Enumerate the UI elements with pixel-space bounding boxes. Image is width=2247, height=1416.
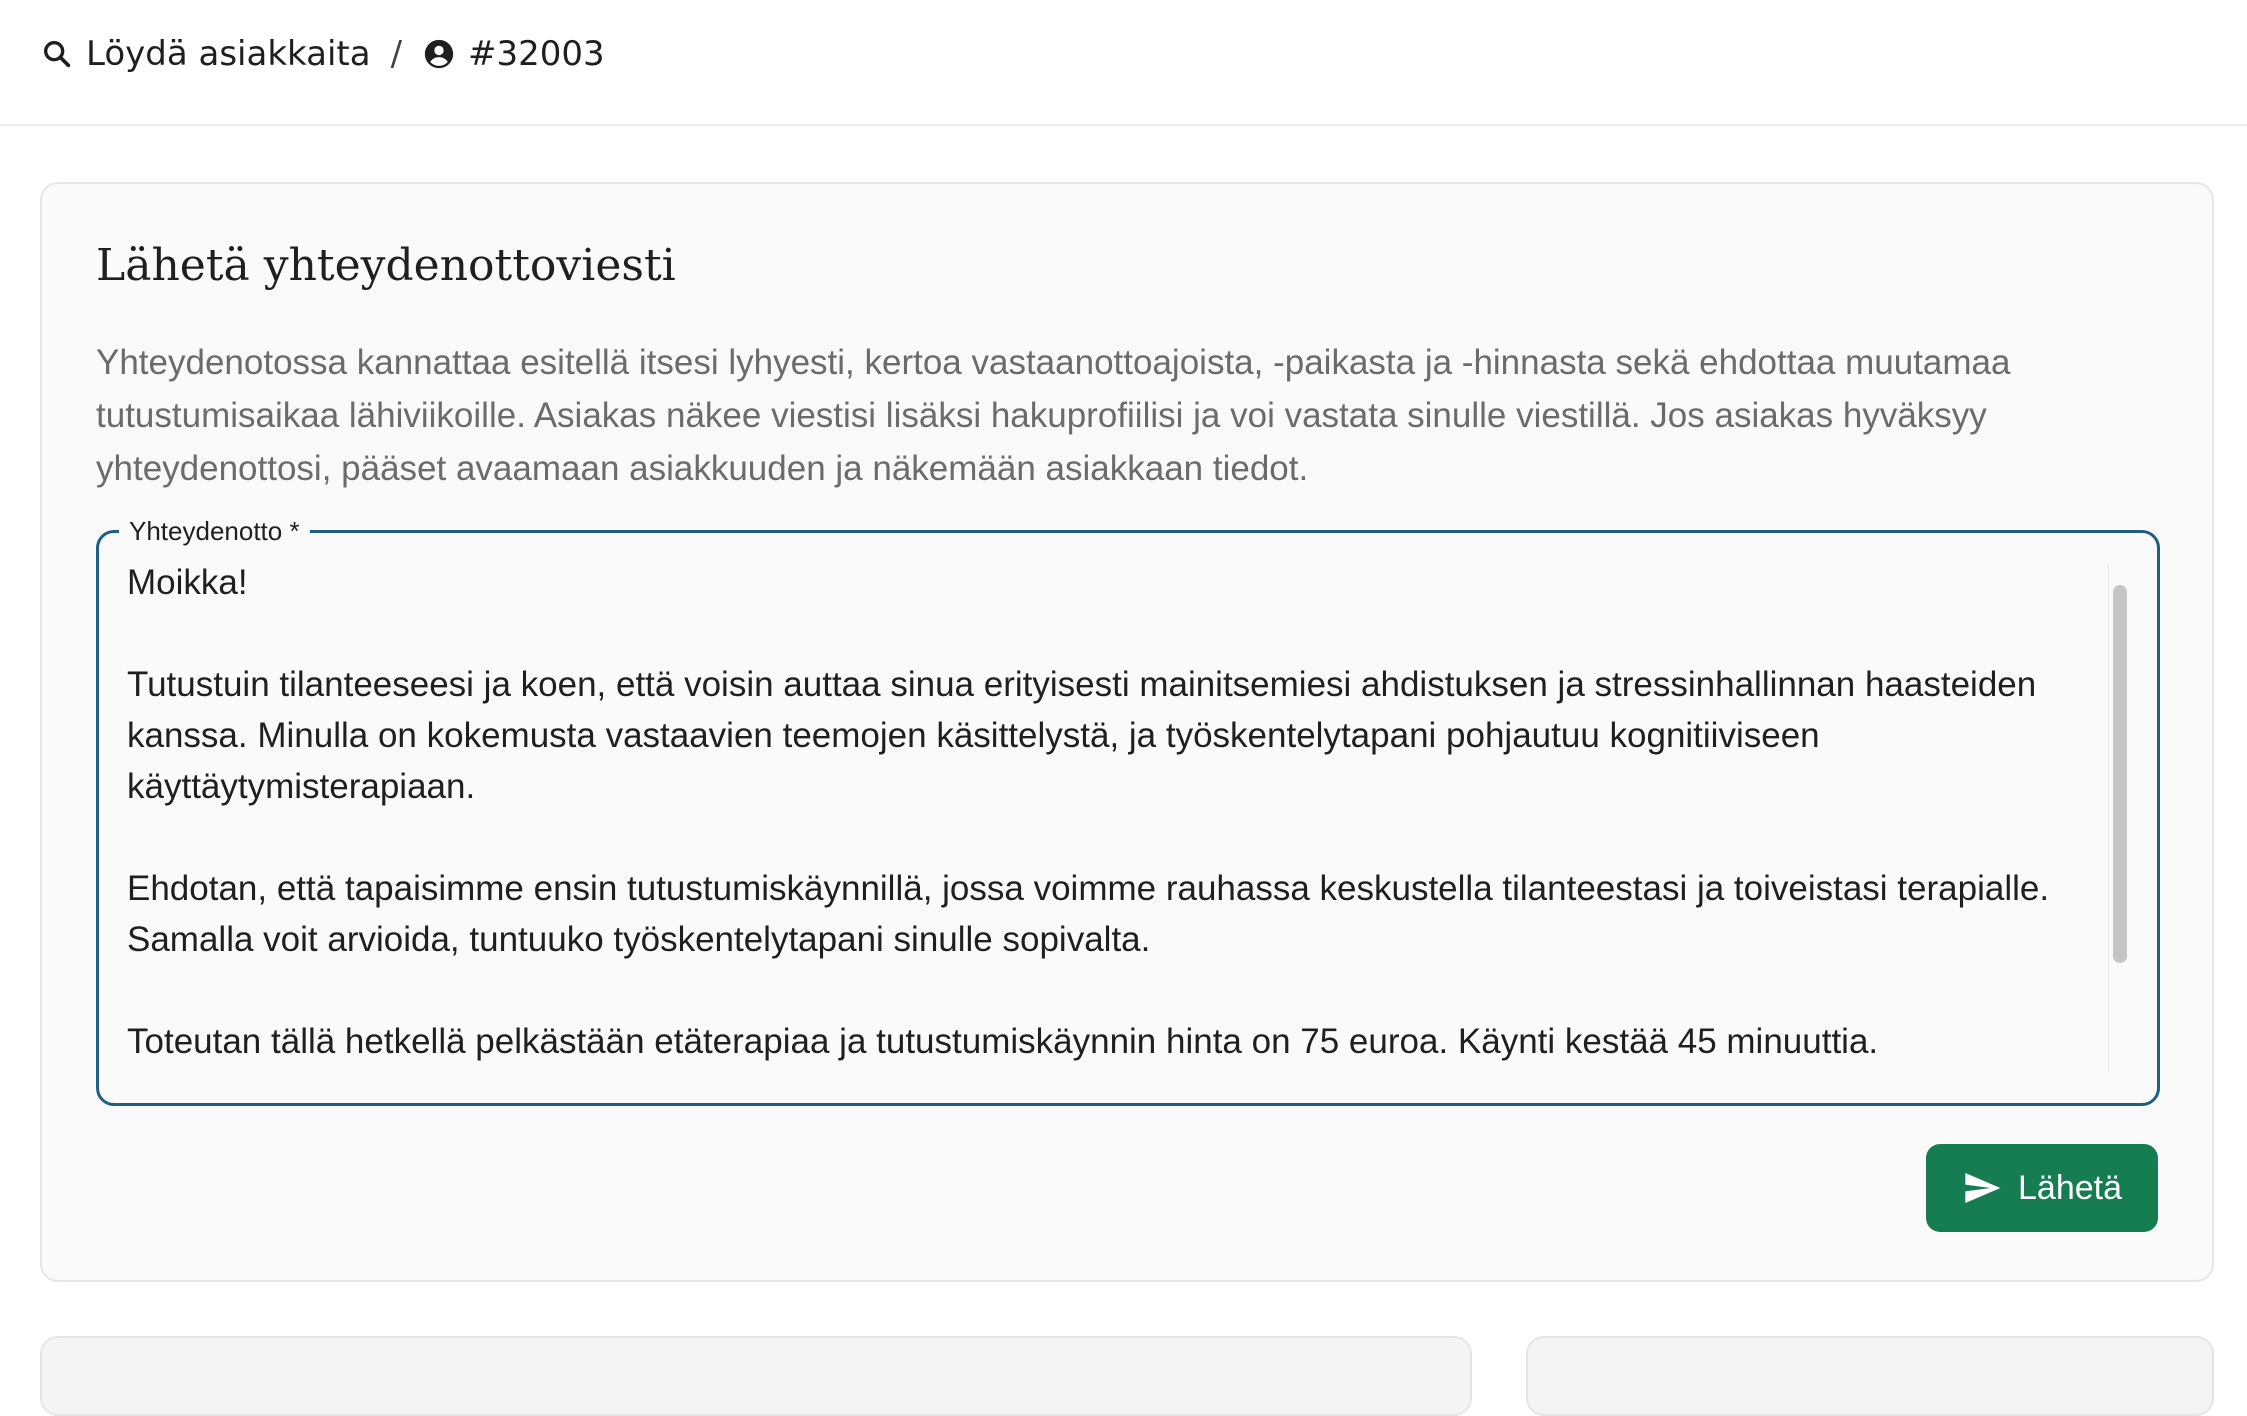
breadcrumb-find-clients-label: Löydä asiakkaita [86, 34, 371, 74]
breadcrumb-client-id: #32003 [468, 34, 605, 74]
bottom-card-right [1526, 1336, 2214, 1416]
message-scrollbar-thumb[interactable] [2113, 585, 2127, 963]
bottom-card-left [40, 1336, 1472, 1416]
card-description: Yhteydenotossa kannattaa esitellä itsesi… [96, 343, 2011, 488]
breadcrumb-find-clients[interactable]: Löydä asiakkaita [40, 34, 371, 74]
contact-message-card: Lähetä yhteydenottoviesti Yhteydenotossa… [40, 182, 2214, 1282]
send-icon [1962, 1168, 2002, 1208]
message-scrollbar[interactable] [2108, 565, 2131, 1073]
send-button[interactable]: Lähetä [1926, 1144, 2158, 1232]
breadcrumb-separator: / [390, 34, 403, 74]
account-circle-icon [422, 37, 456, 71]
send-button-label: Lähetä [2018, 1168, 2122, 1207]
message-textarea[interactable]: Moikka! Tutustuin tilanteeseesi ja koen,… [127, 557, 2117, 1065]
breadcrumb: Löydä asiakkaita / #32003 [40, 34, 605, 74]
message-field-label: Yhteydenotto * [119, 511, 310, 551]
breadcrumb-client: #32003 [422, 34, 605, 74]
top-bar: Löydä asiakkaita / #32003 [0, 0, 2247, 126]
card-title: Lähetä yhteydenottoviesti [96, 240, 676, 291]
message-field[interactable]: Yhteydenotto * Moikka! Tutustuin tilante… [96, 511, 2160, 1106]
search-icon [40, 37, 74, 71]
